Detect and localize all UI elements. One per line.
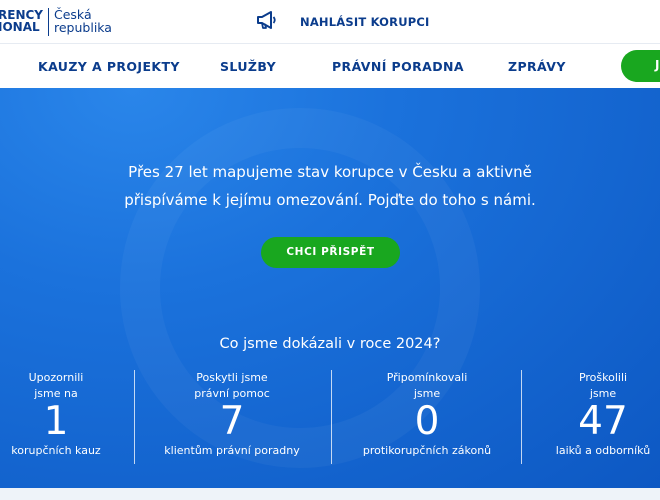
stat-caption: protikorupčních zákonů (362, 444, 492, 457)
logo-country[interactable]: Česká republika (54, 8, 112, 34)
hero-line-1: Přes 27 let mapujeme stav korupce v Česk… (128, 163, 532, 181)
logo-country-line2: republika (54, 20, 112, 35)
report-corruption-link[interactable]: NAHLÁSIT KORUPCI (255, 10, 430, 34)
nav-item-reports[interactable]: ZPRÁVY (508, 59, 566, 74)
stat-value: 7 (219, 399, 245, 444)
section-bottom-strip (0, 488, 660, 500)
stat-divider (331, 370, 332, 464)
stat-cases: Upozornili jsme na 1 korupčních kauz (0, 370, 112, 458)
stat-value: 47 (578, 399, 628, 444)
stat-caption: klientům právní poradny (164, 444, 300, 457)
stat-caption: laiků a odborníků (555, 444, 651, 457)
logo-divider (48, 8, 49, 36)
stat-divider (134, 370, 135, 464)
logo[interactable]: RENCY IONAL (0, 9, 43, 34)
stat-label: Upozornili (28, 371, 84, 384)
stat-label: Poskytli jsme (196, 371, 268, 384)
stats-title: Co jsme dokázali v roce 2024? (219, 336, 441, 352)
stat-label: Připomínkovali (386, 371, 468, 384)
logo-text-line2: IONAL (0, 20, 40, 34)
stat-divider (521, 370, 522, 464)
report-corruption-label: NAHLÁSIT KORUPCI (300, 15, 430, 29)
stat-legal-help: Poskytli jsme právní pomoc 7 klientům pr… (162, 370, 302, 458)
stat-laws: Připomínkovali jsme 0 protikorupčních zá… (357, 370, 497, 458)
top-bar: RENCY IONAL Česká republika NAHLÁSIT KOR… (0, 0, 660, 43)
nav-item-services[interactable]: SLUŽBY (220, 59, 276, 74)
nav-item-cases-projects[interactable]: KAUZY A PROJEKTY (38, 59, 180, 74)
stat-value: 1 (43, 399, 69, 444)
nav-cta-button[interactable]: J (621, 50, 660, 82)
stat-caption: korupčních kauz (11, 444, 101, 457)
stat-trained: Proškolili jsme 47 laiků a odborníků (548, 370, 658, 458)
megaphone-icon (255, 9, 279, 35)
hero-line-2: přispíváme k jejímu omezování. Pojďte do… (124, 191, 536, 209)
contribute-button[interactable]: CHCI PŘISPĚT (261, 237, 400, 268)
hero-text: Přes 27 let mapujeme stav korupce v Česk… (0, 158, 660, 214)
nav-item-legal-advice[interactable]: PRÁVNÍ PORADNA (332, 59, 464, 74)
main-nav: KAUZY A PROJEKTY SLUŽBY PRÁVNÍ PORADNA Z… (0, 43, 660, 88)
stat-label: Proškolili (578, 371, 628, 384)
stat-value: 0 (414, 399, 440, 444)
